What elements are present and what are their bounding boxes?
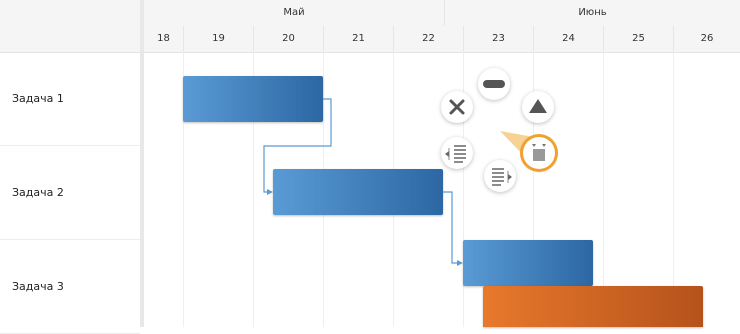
- minus-icon: [483, 80, 505, 88]
- indent-left-icon: [445, 145, 466, 163]
- indent-right-icon: [492, 168, 512, 186]
- dependency-links: [263, 98, 534, 266]
- delete-icon: [449, 99, 465, 115]
- link-arrow: [267, 189, 273, 195]
- link-arrow: [457, 260, 463, 266]
- dependency-link: [263, 98, 332, 193]
- indent-right-button[interactable]: [484, 160, 516, 192]
- triangle-up-button[interactable]: [522, 91, 554, 123]
- minus-button[interactable]: [478, 68, 510, 100]
- gantt-chart: Задача 1 Задача 2 Задача 3 Май Июнь 18 1…: [0, 0, 740, 334]
- dependency-link: [443, 191, 460, 264]
- task-type-icon: [532, 144, 546, 161]
- triangle-up-icon: [529, 99, 547, 113]
- indent-left-button[interactable]: [441, 137, 473, 169]
- delete-button[interactable]: [441, 91, 473, 123]
- task-type-button[interactable]: [523, 137, 555, 169]
